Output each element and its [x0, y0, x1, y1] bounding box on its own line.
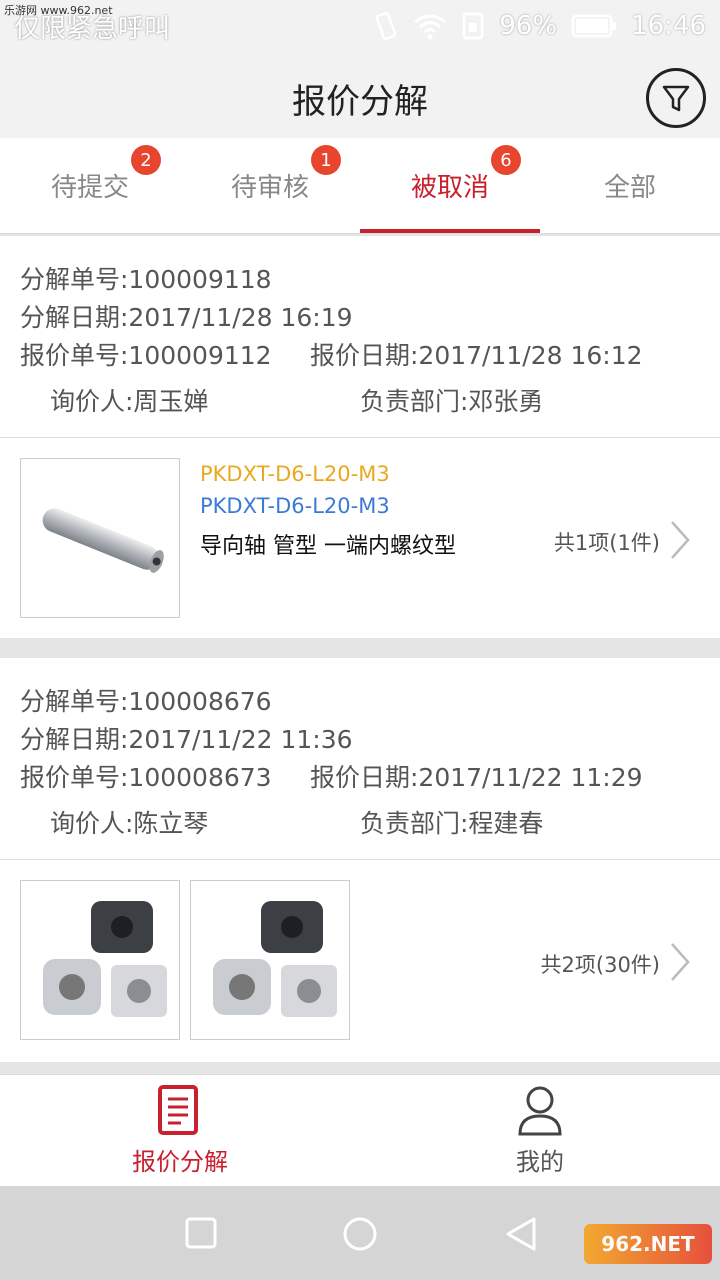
status-bar: 乐游网 www.962.net 仅限紧急呼叫 96% 16:46	[0, 0, 720, 52]
wifi-icon	[413, 12, 447, 40]
watermark-logo: 962.NET	[584, 1224, 712, 1264]
clock: 16:46	[631, 11, 706, 41]
tab-label: 待提交	[50, 173, 129, 203]
count-badge: 2	[131, 145, 161, 175]
battery-icon	[571, 13, 617, 39]
status-icons: 96% 16:46	[373, 8, 706, 44]
decomposition-card[interactable]: 分解单号:100009118 分解日期:2017/11/28 16:19 报价单…	[0, 236, 720, 638]
tab-pending-submit[interactable]: 待提交 2	[0, 138, 180, 233]
recent-apps-icon[interactable]	[184, 1216, 218, 1250]
product-image-coupling	[20, 880, 180, 1040]
department: 负责部门:邓张勇	[360, 387, 544, 416]
document-icon	[158, 1085, 198, 1135]
item-count: 共2项(30件)	[540, 953, 660, 977]
card-info: 分解单号:100008676 分解日期:2017/11/22 11:36 报价单…	[0, 658, 720, 860]
system-navigation-bar: 962.NET	[0, 1186, 720, 1280]
item-count: 共1项(1件)	[553, 531, 660, 555]
status-tabs: 待提交 2 待审核 1 被取消 6 全部	[0, 138, 720, 234]
department: 负责部门:程建春	[360, 809, 544, 838]
nav-label: 报价分解	[132, 1148, 228, 1176]
product-name: 导向轴 管型 一端内螺纹型	[200, 534, 456, 559]
inquirer: 询价人:陈立琴	[50, 809, 209, 838]
battery-percent: 96%	[499, 11, 558, 41]
quote-date: 报价日期:2017/11/22 11:29	[310, 763, 643, 792]
nav-label: 我的	[516, 1148, 564, 1176]
filter-button[interactable]	[646, 68, 706, 128]
decomposition-card[interactable]: 分解单号:100008676 分解日期:2017/11/22 11:36 报价单…	[0, 658, 720, 1062]
nav-mine[interactable]: 我的	[360, 1075, 720, 1186]
page-title: 报价分解	[292, 82, 428, 122]
vibrate-icon	[373, 11, 399, 41]
home-icon[interactable]	[342, 1216, 378, 1252]
back-icon[interactable]	[504, 1216, 538, 1252]
decomp-date: 分解日期:2017/11/28 16:19	[20, 303, 353, 332]
product-row[interactable]: 共2项(30件)	[0, 860, 720, 1062]
decomp-number: 分解单号:100008676	[20, 687, 272, 716]
tab-cancelled[interactable]: 被取消 6	[360, 138, 540, 233]
person-icon	[518, 1086, 562, 1136]
tab-all[interactable]: 全部	[540, 138, 720, 233]
count-badge: 1	[311, 145, 341, 175]
decomp-number: 分解单号:100009118	[20, 265, 272, 294]
card-info: 分解单号:100009118 分解日期:2017/11/28 16:19 报价单…	[0, 236, 720, 438]
emergency-call-text: 仅限紧急呼叫	[14, 14, 171, 44]
bottom-navigation: 报价分解 我的	[0, 1074, 720, 1186]
decomp-date: 分解日期:2017/11/22 11:36	[20, 725, 353, 754]
product-code: PKDXT-D6-L20-M3	[200, 462, 390, 486]
filter-icon	[662, 85, 690, 112]
tab-label: 全部	[603, 173, 656, 203]
chevron-right-icon	[671, 521, 690, 559]
product-row[interactable]: PKDXT-D6-L20-M3 PKDXT-D6-L20-M3 导向轴 管型 一…	[0, 438, 720, 638]
product-code-secondary: PKDXT-D6-L20-M3	[200, 494, 390, 518]
quote-date: 报价日期:2017/11/28 16:12	[310, 341, 643, 370]
quote-number: 报价单号:100009112	[20, 341, 272, 370]
inquirer: 询价人:周玉婵	[50, 387, 209, 416]
app-header: 报价分解	[0, 52, 720, 138]
tab-label: 待审核	[230, 173, 309, 203]
sim-icon	[461, 11, 485, 41]
product-image-coupling	[190, 880, 350, 1040]
tab-pending-review[interactable]: 待审核 1	[180, 138, 360, 233]
quote-number: 报价单号:100008673	[20, 763, 272, 792]
tab-label: 被取消	[410, 173, 489, 203]
count-badge: 6	[491, 145, 521, 175]
product-image-shaft	[20, 458, 180, 618]
chevron-right-icon	[671, 943, 690, 981]
nav-quote-decomposition[interactable]: 报价分解	[0, 1075, 360, 1186]
